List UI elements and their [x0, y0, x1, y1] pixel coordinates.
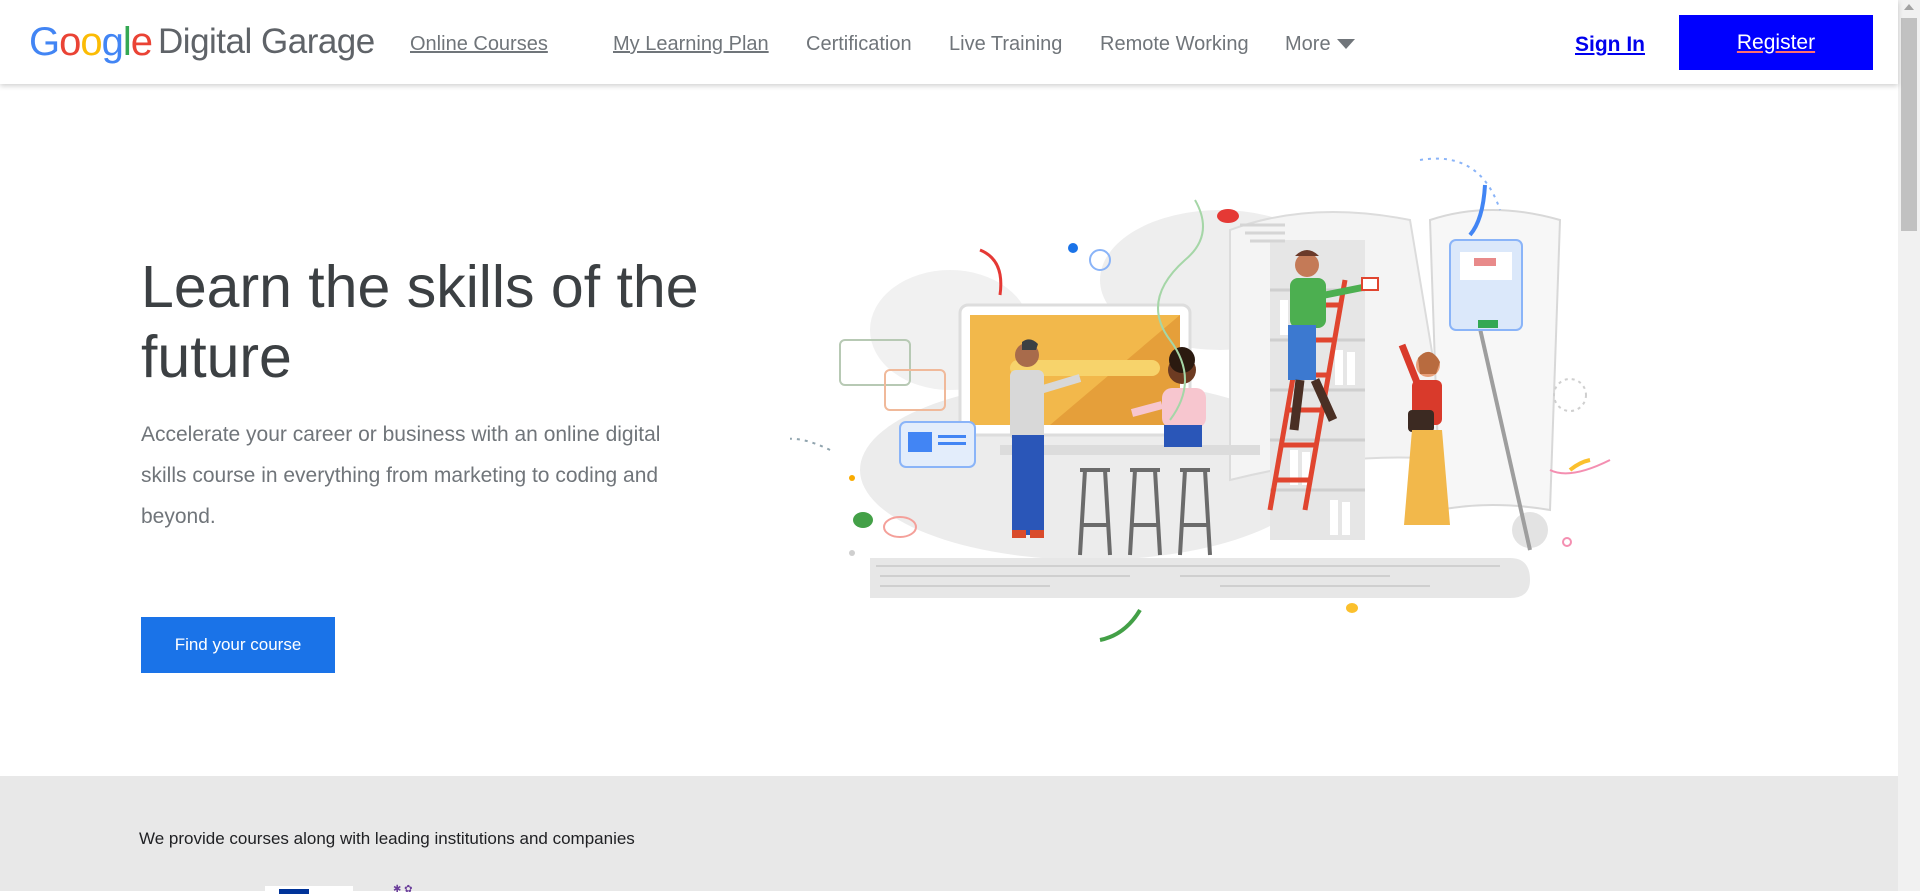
nav-more-label: More: [1285, 33, 1331, 55]
find-your-course-label: Find your course: [174, 635, 302, 654]
logo-letter: l: [122, 19, 132, 64]
partner-crest-icon: ✱ ✿: [393, 884, 413, 895]
logo-letter: e: [130, 19, 153, 64]
nav-live-training[interactable]: Live Training: [949, 33, 1062, 56]
site-header: Google Digital Garage Online Courses My …: [0, 0, 1898, 84]
sign-in-link[interactable]: Sign In: [1575, 33, 1645, 57]
google-wordmark: Google: [29, 19, 153, 65]
caret-down-icon: [1336, 38, 1355, 49]
nav-my-learning-plan[interactable]: My Learning Plan: [613, 33, 769, 56]
nav-more-dropdown[interactable]: More: [1285, 33, 1355, 56]
google-digital-garage-logo[interactable]: Google Digital Garage: [29, 18, 375, 66]
logo-letter: G: [29, 19, 60, 64]
eu-flag-icon: [279, 889, 309, 894]
nav-remote-working[interactable]: Remote Working: [1100, 33, 1249, 56]
register-button[interactable]: Register: [1679, 15, 1873, 70]
nav-certification[interactable]: Certification: [806, 33, 912, 56]
partners-section: We provide courses along with leading in…: [0, 776, 1898, 895]
find-your-course-button[interactable]: Find your course: [141, 617, 335, 673]
scrollbar-thumb[interactable]: [1901, 18, 1917, 231]
hero-illustration: [790, 157, 1611, 642]
nav-online-courses[interactable]: Online Courses: [410, 33, 548, 56]
logo-letter: o: [80, 19, 102, 64]
register-label: Register: [1736, 30, 1816, 54]
partners-intro-text: We provide courses along with leading in…: [139, 829, 635, 848]
partner-logo: [265, 886, 353, 894]
logo-letter: o: [59, 19, 81, 64]
hero-subtitle: Accelerate your career or business with …: [141, 423, 661, 528]
scroll-up-arrow-icon[interactable]: [1904, 4, 1914, 10]
page-scrollbar[interactable]: [1898, 0, 1920, 891]
logo-letter: g: [101, 19, 124, 64]
hero-title: Learn the skills of the future: [141, 254, 699, 390]
logo-product-name: Digital Garage: [158, 22, 375, 61]
